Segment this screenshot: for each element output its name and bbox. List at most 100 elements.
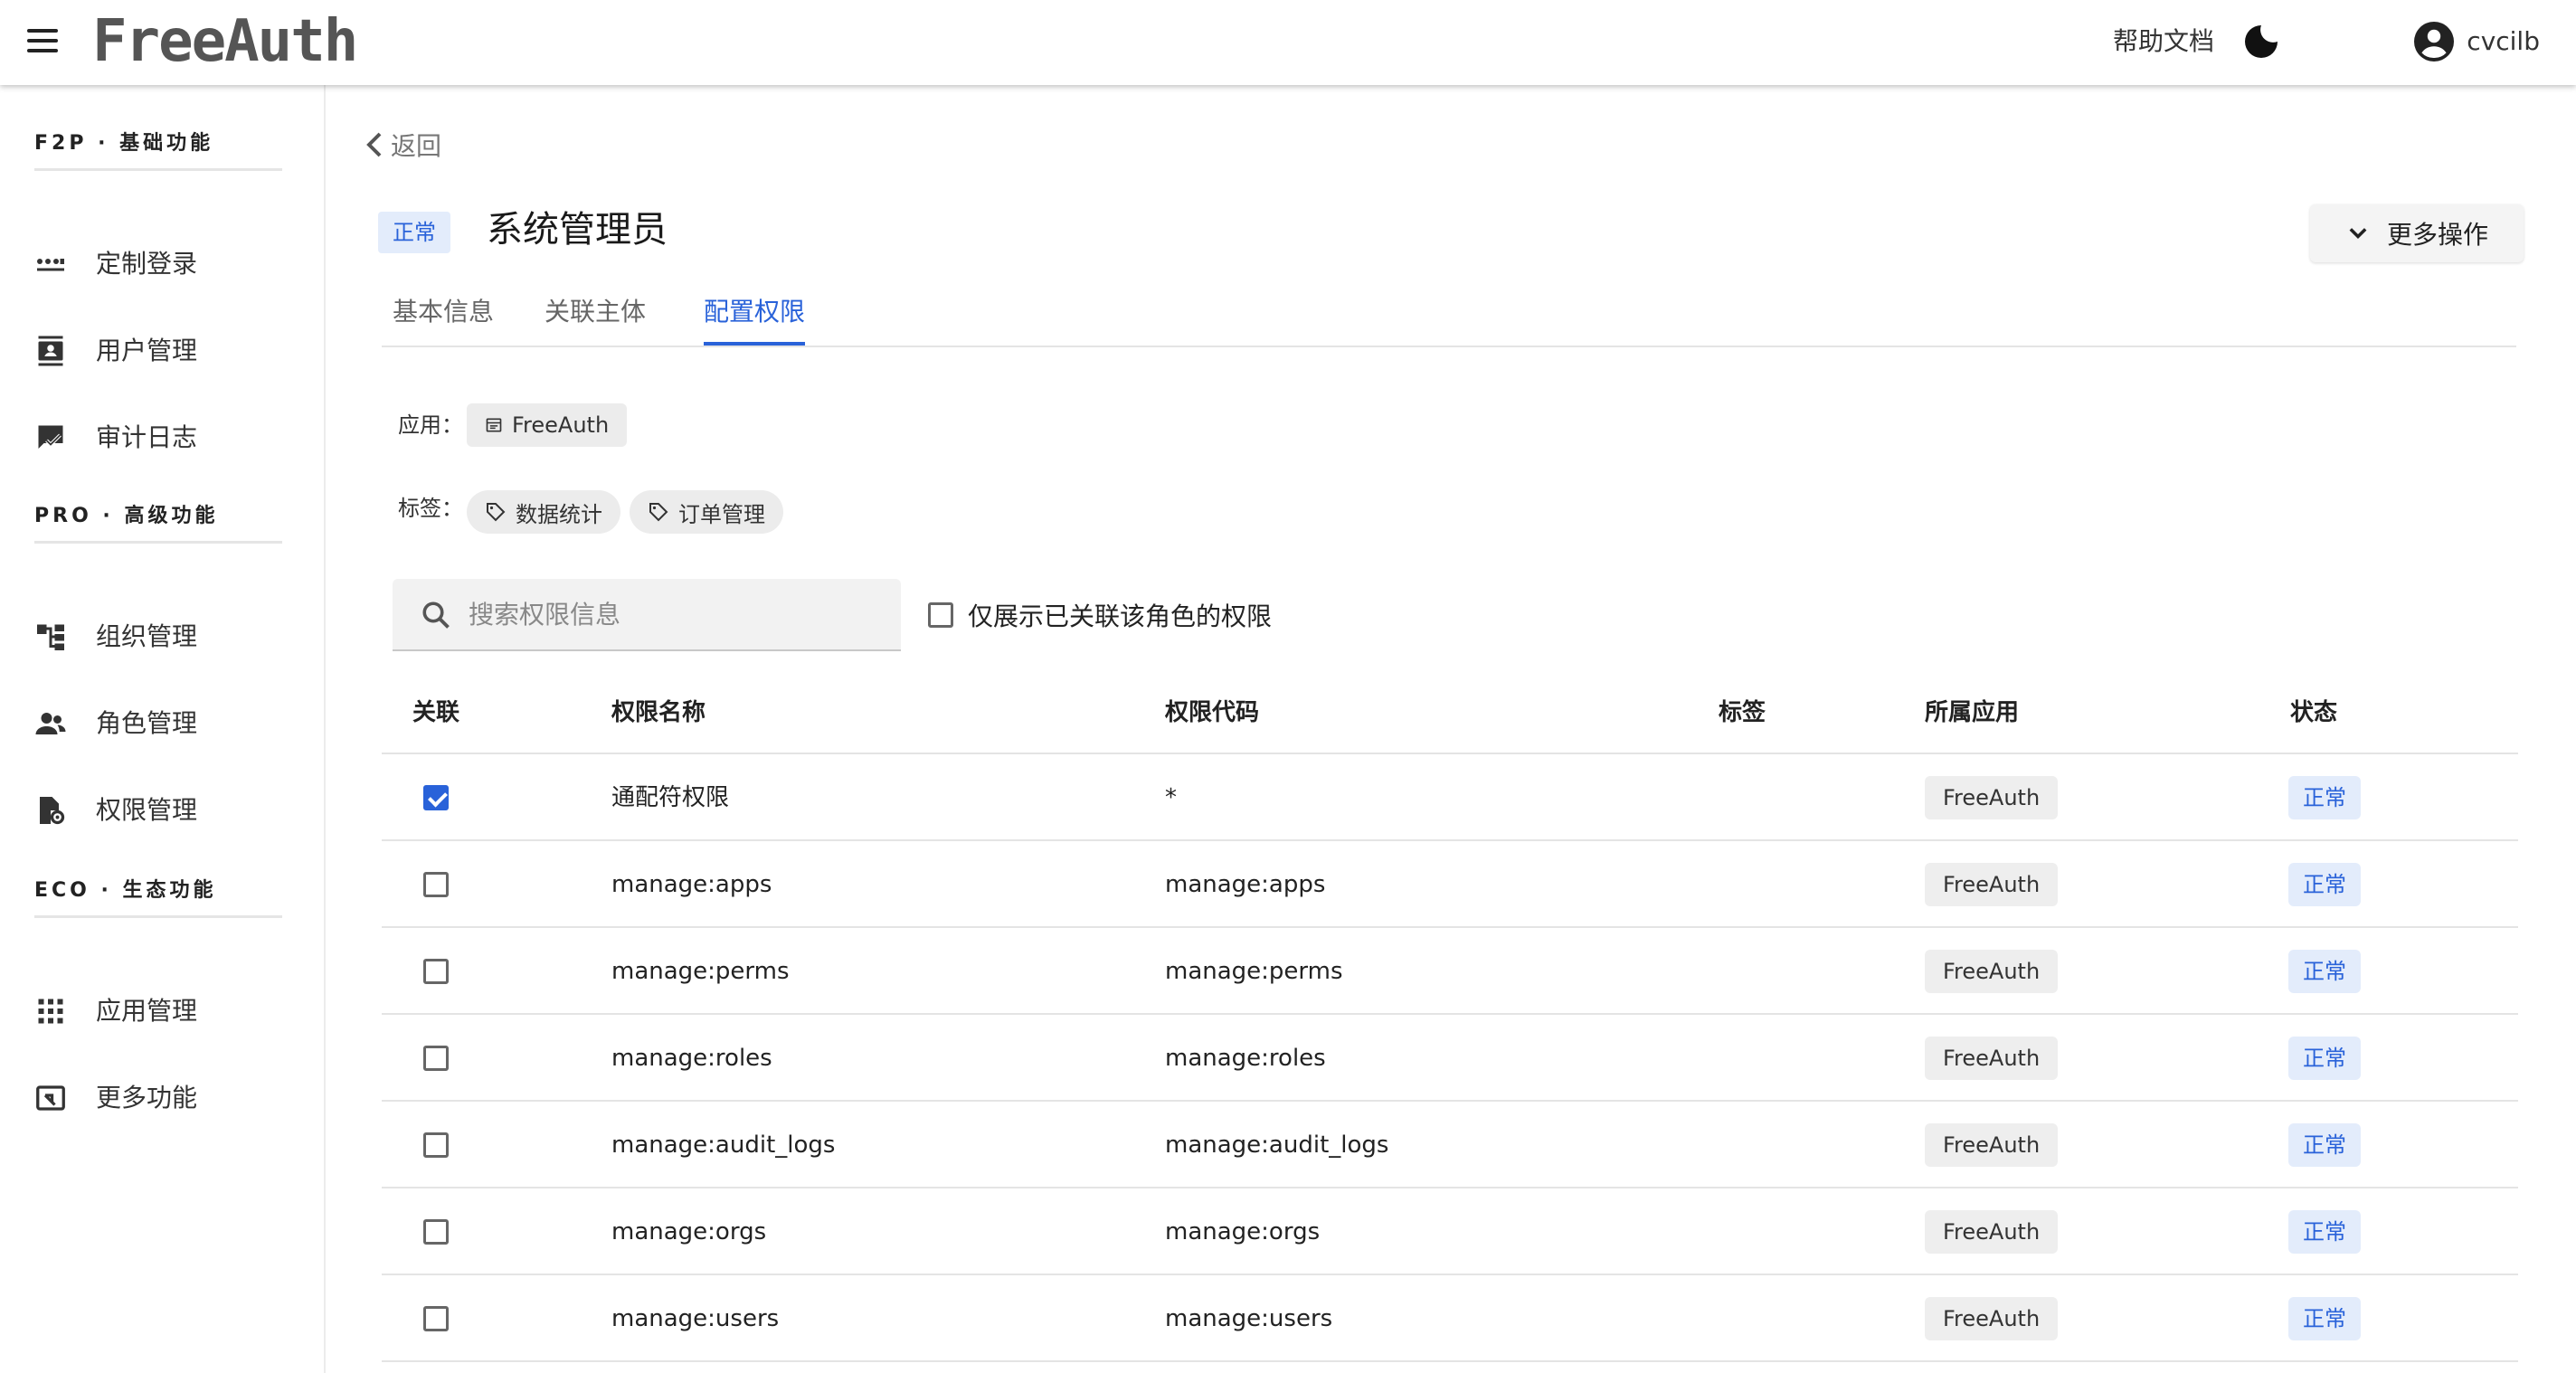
- sidebar-item-label: 角色管理: [96, 708, 198, 738]
- linked-only-label: 仅展示已关联该角色的权限: [968, 601, 1273, 631]
- table-row[interactable]: manage:apps manage:apps FreeAuth 正常: [382, 841, 2518, 928]
- comment-check-icon: [38, 425, 63, 449]
- main-content: 返回 正常 系统管理员 更多操作 基本信息 关联主体 配置权限 应用： Free…: [327, 85, 2576, 1373]
- permission-icon: [40, 797, 65, 825]
- permission-code: manage:roles: [1165, 1045, 1326, 1072]
- tag-chip[interactable]: 订单管理: [630, 490, 783, 534]
- search-input[interactable]: [469, 579, 885, 649]
- org-tree-icon: [37, 624, 64, 650]
- row-link-checkbox[interactable]: [423, 959, 449, 984]
- search-icon: [422, 601, 450, 629]
- page-title: 系统管理员: [487, 209, 668, 251]
- app-chip[interactable]: FreeAuth: [467, 403, 628, 447]
- table-row[interactable]: manage:roles manage:roles FreeAuth 正常: [382, 1015, 2518, 1102]
- status-badge: 正常: [2288, 863, 2361, 906]
- sidebar-item-label: 审计日志: [96, 422, 198, 452]
- sidebar: F2P · 基础功能 定制登录 用户管理 审计日志 PRO · 高级功能 组织管…: [0, 85, 326, 1373]
- row-link-checkbox[interactable]: [423, 872, 449, 897]
- contact-card-icon: [38, 336, 63, 366]
- sidebar-item-users[interactable]: 用户管理: [0, 315, 324, 387]
- permission-code: manage:audit_logs: [1165, 1132, 1389, 1159]
- more-actions-label: 更多操作: [2386, 220, 2488, 250]
- row-link-checkbox[interactable]: [423, 1132, 449, 1158]
- sidebar-item-label: 权限管理: [96, 795, 198, 825]
- sidebar-item-audit-logs[interactable]: 审计日志: [0, 402, 324, 474]
- table-header: 关联 权限名称 权限代码 标签 所属应用 状态: [382, 671, 2518, 754]
- tag-chip[interactable]: 数据统计: [467, 490, 620, 534]
- tab-linked-subjects[interactable]: 关联主体: [545, 289, 646, 346]
- sidebar-item-label: 定制登录: [96, 249, 198, 279]
- tag-chip-label: 订单管理: [678, 501, 765, 527]
- status-badge: 正常: [2288, 1037, 2361, 1080]
- tags-field-label: 标签：: [398, 496, 463, 521]
- account-circle-icon: [2414, 22, 2455, 62]
- tag-icon: [649, 503, 668, 522]
- app-field-label: 应用：: [398, 412, 463, 438]
- sidebar-item-apps[interactable]: 应用管理: [0, 975, 324, 1047]
- permission-name: manage:audit_logs: [611, 1132, 836, 1159]
- column-header-code: 权限代码: [1165, 699, 1260, 726]
- linked-only-checkbox[interactable]: [928, 602, 953, 628]
- dark-mode-toggle[interactable]: [2240, 20, 2283, 63]
- row-link-checkbox[interactable]: [423, 1219, 449, 1245]
- status-badge: 正常: [2288, 1123, 2361, 1167]
- app-logo[interactable]: FreeAuth: [92, 5, 358, 78]
- permission-name: 通配符权限: [611, 784, 730, 811]
- status-badge: 正常: [2288, 950, 2361, 993]
- row-link-checkbox[interactable]: [423, 785, 449, 810]
- row-link-checkbox[interactable]: [423, 1046, 449, 1071]
- linked-only-filter[interactable]: 仅展示已关联该角色的权限: [928, 597, 1272, 633]
- dots-login-icon: [37, 259, 64, 271]
- table-row[interactable]: manage:orgs manage:orgs FreeAuth 正常: [382, 1188, 2518, 1275]
- column-header-linked: 关联: [412, 699, 460, 726]
- tag-chip-label: 数据统计: [516, 501, 602, 527]
- people-icon: [35, 713, 66, 734]
- table-row[interactable]: manage:perms manage:perms FreeAuth 正常: [382, 928, 2518, 1015]
- tab-basic-info[interactable]: 基本信息: [393, 289, 494, 346]
- app-window-icon: [486, 418, 502, 432]
- row-link-checkbox[interactable]: [423, 1306, 449, 1331]
- sidebar-section-eco: ECO · 生态功能: [34, 874, 282, 918]
- permission-name: manage:users: [611, 1305, 780, 1332]
- table-row[interactable]: 通配符权限 * FreeAuth 正常: [382, 754, 2518, 841]
- extension-icon: [36, 1085, 65, 1111]
- column-header-status: 状态: [2290, 699, 2338, 726]
- sidebar-item-roles[interactable]: 角色管理: [0, 687, 324, 760]
- sidebar-item-permissions[interactable]: 权限管理: [0, 774, 324, 847]
- table-row[interactable]: manage:audit_logs manage:audit_logs FreeAu…: [382, 1102, 2518, 1188]
- status-badge: 正常: [2288, 776, 2361, 819]
- moon-icon: [2245, 25, 2278, 58]
- permission-code: manage:perms: [1165, 958, 1343, 985]
- sidebar-item-label: 组织管理: [96, 621, 198, 651]
- table-row[interactable]: manage:users manage:users FreeAuth 正常: [382, 1275, 2518, 1362]
- app-badge: FreeAuth: [1925, 1123, 2059, 1167]
- sidebar-item-orgs[interactable]: 组织管理: [0, 601, 324, 673]
- app-badge: FreeAuth: [1925, 776, 2059, 819]
- column-header-tags: 标签: [1719, 699, 1766, 726]
- grid-apps-icon: [38, 999, 63, 1024]
- permission-name: manage:orgs: [611, 1218, 767, 1245]
- permissions-table: 关联 权限名称 权限代码 标签 所属应用 状态 通配符权限 * FreeAuth 正常…: [382, 671, 2518, 1362]
- tag-icon: [487, 503, 506, 522]
- menu-icon[interactable]: [22, 24, 63, 60]
- column-header-app: 所属应用: [1925, 699, 2020, 726]
- app-badge: FreeAuth: [1925, 863, 2059, 906]
- back-label: 返回: [391, 131, 442, 161]
- sidebar-item-custom-login[interactable]: 定制登录: [0, 228, 324, 300]
- permission-code: manage:apps: [1165, 871, 1326, 898]
- user-menu[interactable]: cvcilb: [2412, 18, 2540, 65]
- permission-name: manage:roles: [611, 1045, 772, 1072]
- more-actions-button[interactable]: 更多操作: [2310, 204, 2524, 262]
- sidebar-item-more[interactable]: 更多功能: [0, 1062, 324, 1134]
- app-badge: FreeAuth: [1925, 1210, 2059, 1254]
- sidebar-item-label: 应用管理: [96, 996, 198, 1026]
- search-field: [393, 579, 901, 651]
- permission-code: *: [1165, 784, 1177, 811]
- status-badge: 正常: [2288, 1210, 2361, 1254]
- back-button[interactable]: 返回: [364, 127, 441, 163]
- tab-bar: 基本信息 关联主体 配置权限: [382, 289, 2516, 347]
- tab-configure-permissions[interactable]: 配置权限: [704, 289, 806, 346]
- chevron-left-icon: [366, 132, 382, 157]
- help-docs-link[interactable]: 帮助文档: [2113, 25, 2214, 58]
- top-app-bar: FreeAuth 帮助文档 cvcilb: [0, 0, 2576, 85]
